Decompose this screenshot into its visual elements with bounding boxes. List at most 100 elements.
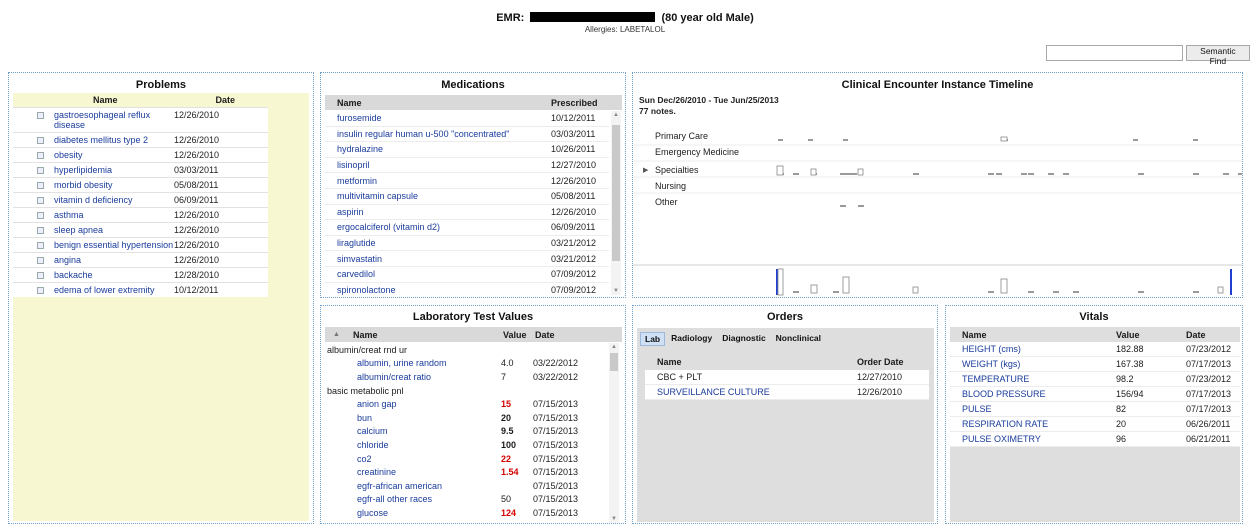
medication-row[interactable]: aspirin 12/26/2010 xyxy=(325,205,609,221)
problem-checkbox[interactable] xyxy=(37,257,44,264)
vital-row[interactable]: PULSE OXIMETRY 96 06/21/2011 xyxy=(950,432,1240,447)
medication-row[interactable]: lisinopril 12/27/2010 xyxy=(325,158,609,174)
timeline-encounter-mark[interactable] xyxy=(810,168,817,176)
timeline-overview-mark[interactable] xyxy=(1138,291,1144,293)
lab-test-name[interactable]: calcium xyxy=(357,426,501,436)
vital-name[interactable]: RESPIRATION RATE xyxy=(962,419,1116,429)
lab-row[interactable]: egfr-all other races 50 07/15/2013 xyxy=(325,493,608,507)
lab-row[interactable]: egfr-african american 07/15/2013 xyxy=(325,479,608,493)
problem-row[interactable]: edema of lower extremity 10/12/2011 xyxy=(13,282,268,297)
problem-row[interactable]: benign essential hypertension 12/26/2010 xyxy=(13,237,268,252)
medication-row[interactable]: metformin 12/26/2010 xyxy=(325,173,609,189)
order-name[interactable]: CBC + PLT xyxy=(657,372,857,382)
medication-row[interactable]: liraglutide 03/21/2012 xyxy=(325,236,609,252)
problem-row[interactable]: asthma 12/26/2010 xyxy=(13,207,268,222)
medication-name[interactable]: liraglutide xyxy=(337,238,551,248)
timeline-encounter-mark[interactable] xyxy=(1193,139,1198,141)
timeline-encounter-mark[interactable] xyxy=(1238,173,1243,175)
timeline-encounter-mark[interactable] xyxy=(778,139,783,141)
orders-col-date[interactable]: Order Date xyxy=(857,357,904,367)
lab-test-name[interactable]: egfr-all other races xyxy=(357,494,501,504)
order-row[interactable]: SURVEILLANCE CULTURE 12/26/2010 xyxy=(645,385,929,400)
tab-diagnostic[interactable]: Diagnostic xyxy=(718,332,769,346)
timeline-overview-mark[interactable] xyxy=(1073,291,1079,293)
problem-name[interactable]: diabetes mellitus type 2 xyxy=(54,135,174,145)
vitals-col-name[interactable]: Name xyxy=(962,330,1116,340)
problem-checkbox[interactable] xyxy=(37,197,44,204)
timeline-overview-mark[interactable] xyxy=(1028,291,1034,293)
problems-col-name[interactable]: Name xyxy=(93,93,118,107)
lab-row[interactable]: albumin, urine random 4.0 03/22/2012 xyxy=(325,357,608,371)
timeline-overview-mark[interactable] xyxy=(1053,291,1059,293)
vitals-col-value[interactable]: Value xyxy=(1116,330,1186,340)
medications-col-prescribed[interactable]: Prescribed xyxy=(551,98,598,108)
problem-name[interactable]: backache xyxy=(54,270,174,280)
lab-row[interactable]: chloride 100 07/15/2013 xyxy=(325,438,608,452)
timeline-encounter-mark[interactable] xyxy=(913,173,919,175)
timeline-encounter-mark[interactable] xyxy=(1138,173,1144,175)
medication-row[interactable]: ergocalciferol (vitamin d2) 06/09/2011 xyxy=(325,220,609,236)
timeline-overview-bar[interactable] xyxy=(1217,286,1224,294)
problems-col-date[interactable]: Date xyxy=(216,93,236,107)
labs-col-name[interactable]: Name xyxy=(353,330,503,340)
order-name[interactable]: SURVEILLANCE CULTURE xyxy=(657,387,857,397)
problem-row[interactable]: gastroesophageal reflux disease 12/26/201… xyxy=(13,107,268,132)
vital-row[interactable]: HEIGHT (cms) 182.88 07/23/2012 xyxy=(950,342,1240,357)
semantic-find-input[interactable] xyxy=(1046,45,1183,61)
vital-name[interactable]: WEIGHT (kgs) xyxy=(962,359,1116,369)
sort-ascending-icon[interactable]: ▲ xyxy=(333,331,353,338)
problem-name[interactable]: benign essential hypertension xyxy=(54,240,174,250)
timeline-encounter-mark[interactable] xyxy=(851,173,857,175)
timeline-encounter-mark[interactable] xyxy=(988,173,994,175)
problem-name[interactable]: asthma xyxy=(54,210,174,220)
labs-col-date[interactable]: Date xyxy=(535,330,555,340)
problem-checkbox[interactable] xyxy=(37,242,44,249)
problem-name[interactable]: sleep apnea xyxy=(54,225,174,235)
problem-checkbox[interactable] xyxy=(37,227,44,234)
medication-row[interactable]: furosemide 10/12/2011 xyxy=(325,111,609,127)
timeline-encounter-mark[interactable] xyxy=(1133,139,1138,141)
problem-row[interactable]: vitamin d deficiency 06/09/2011 xyxy=(13,192,268,207)
timeline-encounter-mark[interactable] xyxy=(808,139,813,141)
timeline-encounter-mark[interactable] xyxy=(1193,173,1199,175)
lab-test-name[interactable]: chloride xyxy=(357,440,501,450)
orders-col-name[interactable]: Name xyxy=(657,357,857,367)
lab-test-name[interactable]: albumin, urine random xyxy=(357,358,501,368)
timeline-encounter-mark[interactable] xyxy=(776,165,784,176)
timeline-encounter-mark[interactable] xyxy=(1028,173,1034,175)
scroll-down-icon[interactable]: ▼ xyxy=(611,287,621,295)
lab-test-name[interactable]: bun xyxy=(357,413,501,423)
tab-radiology[interactable]: Radiology xyxy=(667,332,716,346)
problem-row[interactable]: hyperlipidemia 03/03/2011 xyxy=(13,162,268,177)
lab-test-name[interactable]: creatinine xyxy=(357,467,501,477)
tab-nonclinical[interactable]: Nonclinical xyxy=(772,332,825,346)
problem-name[interactable]: gastroesophageal reflux disease xyxy=(54,110,174,130)
lab-test-name[interactable]: albumin/creat ratio xyxy=(357,372,501,382)
lab-row[interactable]: co2 22 07/15/2013 xyxy=(325,452,608,466)
timeline-overview-mark[interactable] xyxy=(833,291,839,293)
lab-row[interactable]: glucose 124 07/15/2013 xyxy=(325,506,608,520)
problem-name[interactable]: edema of lower extremity xyxy=(54,285,174,295)
lab-row[interactable]: anion gap 15 07/15/2013 xyxy=(325,397,608,411)
lab-row[interactable]: bun 20 07/15/2013 xyxy=(325,411,608,425)
problem-checkbox[interactable] xyxy=(37,137,44,144)
vital-name[interactable]: PULSE OXIMETRY xyxy=(962,434,1116,444)
vital-row[interactable]: PULSE 82 07/17/2013 xyxy=(950,402,1240,417)
timeline-encounter-mark[interactable] xyxy=(843,139,848,141)
problem-row[interactable]: sleep apnea 12/26/2010 xyxy=(13,222,268,237)
lab-test-name[interactable]: anion gap xyxy=(357,399,501,409)
timeline-overview-bar[interactable] xyxy=(842,276,850,294)
timeline-range-end-handle[interactable] xyxy=(1230,269,1232,295)
medication-row[interactable]: multivitamin capsule 05/08/2011 xyxy=(325,189,609,205)
medications-scrollbar[interactable]: ▲ ▼ xyxy=(611,111,621,295)
problem-checkbox[interactable] xyxy=(37,212,44,219)
problem-checkbox[interactable] xyxy=(37,272,44,279)
medication-name[interactable]: multivitamin capsule xyxy=(337,191,551,201)
timeline-encounter-mark[interactable] xyxy=(793,173,799,175)
vital-row[interactable]: WEIGHT (kgs) 167.38 07/17/2013 xyxy=(950,357,1240,372)
timeline-encounter-mark[interactable] xyxy=(858,205,864,207)
medication-name[interactable]: metformin xyxy=(337,176,551,186)
vital-row[interactable]: BLOOD PRESSURE 156/94 07/17/2013 xyxy=(950,387,1240,402)
problem-row[interactable]: backache 12/28/2010 xyxy=(13,267,268,282)
medication-row[interactable]: simvastatin 03/21/2012 xyxy=(325,251,609,267)
